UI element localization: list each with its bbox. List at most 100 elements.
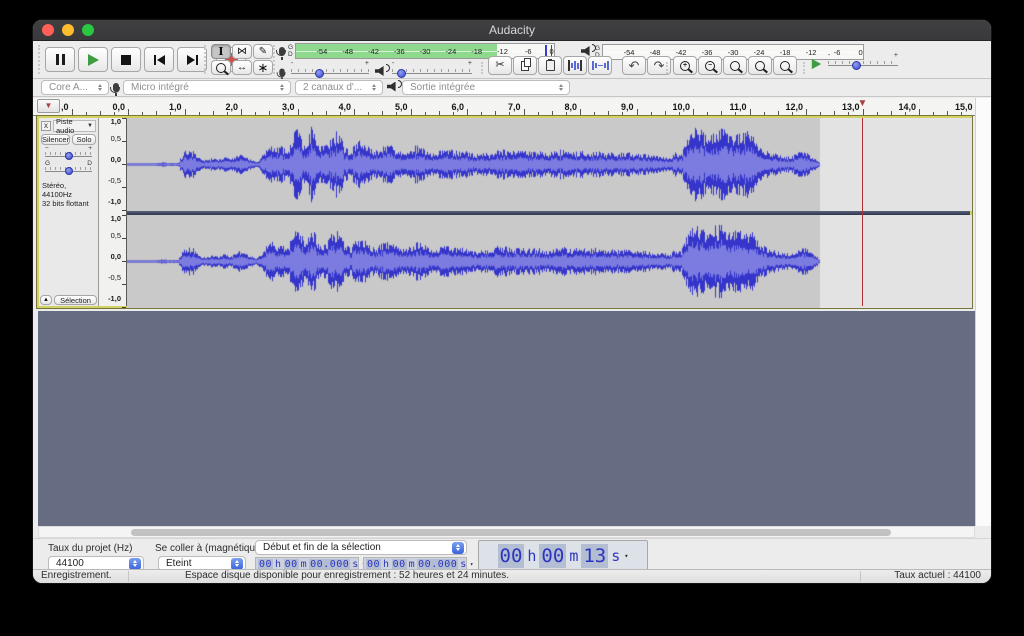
zoom-window-icon[interactable] — [82, 24, 94, 36]
envelope-tool-button[interactable]: ⋈ — [232, 44, 252, 59]
skip-to-end-icon — [187, 55, 198, 65]
stop-icon — [121, 55, 131, 65]
hours-unit: h — [524, 547, 539, 565]
ruler-label: 15,0 — [935, 102, 973, 112]
paste-button[interactable] — [538, 56, 562, 75]
audio-position-display[interactable]: 00h00m13s▾ — [478, 540, 648, 571]
vertical-scale[interactable]: 1,00,50,0-0,5-1,0 1,00,50,0-0,5-1,0 — [99, 118, 127, 306]
multi-tool-icon: ∗ — [258, 61, 269, 74]
timeshift-tool-button[interactable]: ↔ — [232, 60, 252, 75]
timeline-ruler[interactable]: ▼ 1,00,01,02,03,04,05,06,07,08,09,010,01… — [33, 98, 975, 116]
recording-device-select[interactable]: Micro intégré — [123, 80, 291, 95]
pan-right-label: D — [87, 160, 92, 167]
meter-tick-label: -30 — [420, 47, 431, 56]
toolbar-grip[interactable] — [204, 45, 208, 74]
chevron-down-icon[interactable]: ▾ — [470, 561, 474, 568]
undo-button[interactable]: ↶ — [622, 56, 646, 75]
waveform-right-channel[interactable] — [127, 215, 972, 308]
track-name-menu[interactable]: Piste audio ▼ — [53, 120, 96, 132]
ruler-label: 10,0 — [652, 102, 690, 112]
record-position-marker[interactable]: ▼ — [858, 98, 868, 110]
title-bar[interactable]: Audacity — [33, 20, 991, 41]
toolbar-grip[interactable] — [481, 62, 485, 74]
chevron-down-icon[interactable]: ▾ — [624, 552, 628, 560]
vertical-scale-tick — [122, 141, 126, 142]
silence-audio-button[interactable] — [588, 56, 612, 75]
pause-button[interactable] — [45, 47, 75, 72]
selection-tool-button[interactable]: I — [211, 44, 231, 59]
toolbar-grip[interactable] — [38, 45, 42, 74]
draw-tool-button[interactable]: ✎ — [253, 44, 273, 59]
silence-audio-icon — [592, 60, 609, 71]
cut-button[interactable]: ✂ — [488, 56, 512, 75]
close-icon: x — [44, 122, 48, 130]
play-speed-slider[interactable]: - + — [828, 58, 898, 70]
audio-track[interactable]: x Piste audio ▼ Silencer Solo − + G — [36, 115, 973, 309]
stop-button[interactable] — [111, 47, 141, 72]
trim-audio-button[interactable] — [563, 56, 587, 75]
skip-to-start-button[interactable] — [144, 47, 174, 72]
recording-volume-slider[interactable]: - + — [291, 66, 369, 78]
waveform-area[interactable] — [127, 118, 970, 306]
pan-slider[interactable]: G D — [45, 165, 92, 175]
vertical-scale-tick — [122, 261, 126, 262]
play-speed-knob[interactable] — [852, 61, 861, 70]
play-button[interactable] — [78, 47, 108, 72]
toolbar-grip[interactable] — [803, 62, 807, 74]
ruler-label: 1,0 — [144, 102, 182, 112]
gain-knob[interactable] — [65, 152, 73, 160]
multi-tool-button[interactable]: ∗ — [253, 60, 273, 75]
zoom-toggle-button[interactable] — [773, 56, 797, 75]
minimize-window-icon[interactable] — [62, 24, 74, 36]
playback-volume-knob[interactable] — [397, 69, 406, 78]
ruler-scale[interactable]: 1,00,01,02,03,04,05,06,07,08,09,010,011,… — [61, 98, 975, 115]
project-background — [38, 311, 975, 526]
pan-knob[interactable] — [65, 167, 73, 175]
playback-volume-slider[interactable]: - + — [392, 66, 472, 78]
fit-project-button[interactable] — [748, 56, 772, 75]
zoom-in-button[interactable]: + — [673, 56, 697, 75]
horizontal-scrollbar-thumb[interactable] — [131, 529, 891, 536]
vertical-scale-right-channel: 1,00,50,0-0,5-1,0 — [99, 215, 126, 308]
zoom-toolbar: + − — [673, 56, 797, 75]
gain-slider[interactable]: − + — [45, 150, 92, 160]
vertical-scrollbar[interactable] — [975, 98, 991, 526]
copy-icon — [521, 61, 529, 71]
collapse-track-button[interactable]: ▲ — [40, 295, 52, 305]
audio-host-select[interactable]: Core A... — [41, 80, 109, 95]
solo-button[interactable]: Solo — [72, 134, 96, 145]
ruler-label: 12,0 — [765, 102, 803, 112]
toolbar-grip[interactable] — [666, 62, 670, 74]
recording-volume-knob[interactable] — [315, 69, 324, 78]
fit-selection-button[interactable] — [723, 56, 747, 75]
pinned-playhead-button[interactable]: ▼ — [37, 99, 60, 113]
chevron-updown-icon — [555, 82, 567, 94]
seconds-unit: s — [608, 547, 623, 565]
vertical-scale-label: 1,0 — [111, 118, 121, 126]
seconds-value[interactable]: 13 — [581, 544, 608, 568]
close-track-button[interactable]: x — [41, 121, 51, 131]
ruler-label: 4,0 — [313, 102, 351, 112]
ruler-label: 7,0 — [483, 102, 521, 112]
vertical-scale-tick — [122, 284, 126, 285]
skip-to-end-button[interactable] — [177, 47, 207, 72]
selection-mode-select[interactable]: Début et fin de la sélection — [255, 540, 467, 555]
hours-value[interactable]: 00 — [498, 544, 525, 568]
copy-button[interactable] — [513, 56, 537, 75]
zoom-out-button[interactable]: − — [698, 56, 722, 75]
playback-device-select[interactable]: Sortie intégrée — [402, 80, 570, 95]
horizontal-scrollbar[interactable] — [38, 526, 975, 538]
close-window-icon[interactable] — [42, 24, 54, 36]
waveform-left-channel[interactable] — [127, 118, 972, 211]
play-at-speed-icon[interactable] — [812, 59, 821, 69]
select-track-button[interactable]: Sélection — [54, 295, 97, 305]
recording-channels-select[interactable]: 2 canaux d'... — [295, 80, 383, 95]
track-format-line1: Stéréo, 44100Hz — [42, 181, 98, 199]
selection-toolbar: Taux du projet (Hz) 44100 Se coller à (m… — [33, 538, 991, 571]
zoom-tool-button[interactable] — [211, 60, 231, 75]
meter-tick-label: 0 — [858, 48, 862, 57]
play-at-speed-toolbar: - + — [811, 58, 898, 70]
meter-tick-label: -12 — [806, 48, 817, 57]
mute-button[interactable]: Silencer — [41, 134, 70, 145]
minutes-value[interactable]: 00 — [539, 544, 566, 568]
